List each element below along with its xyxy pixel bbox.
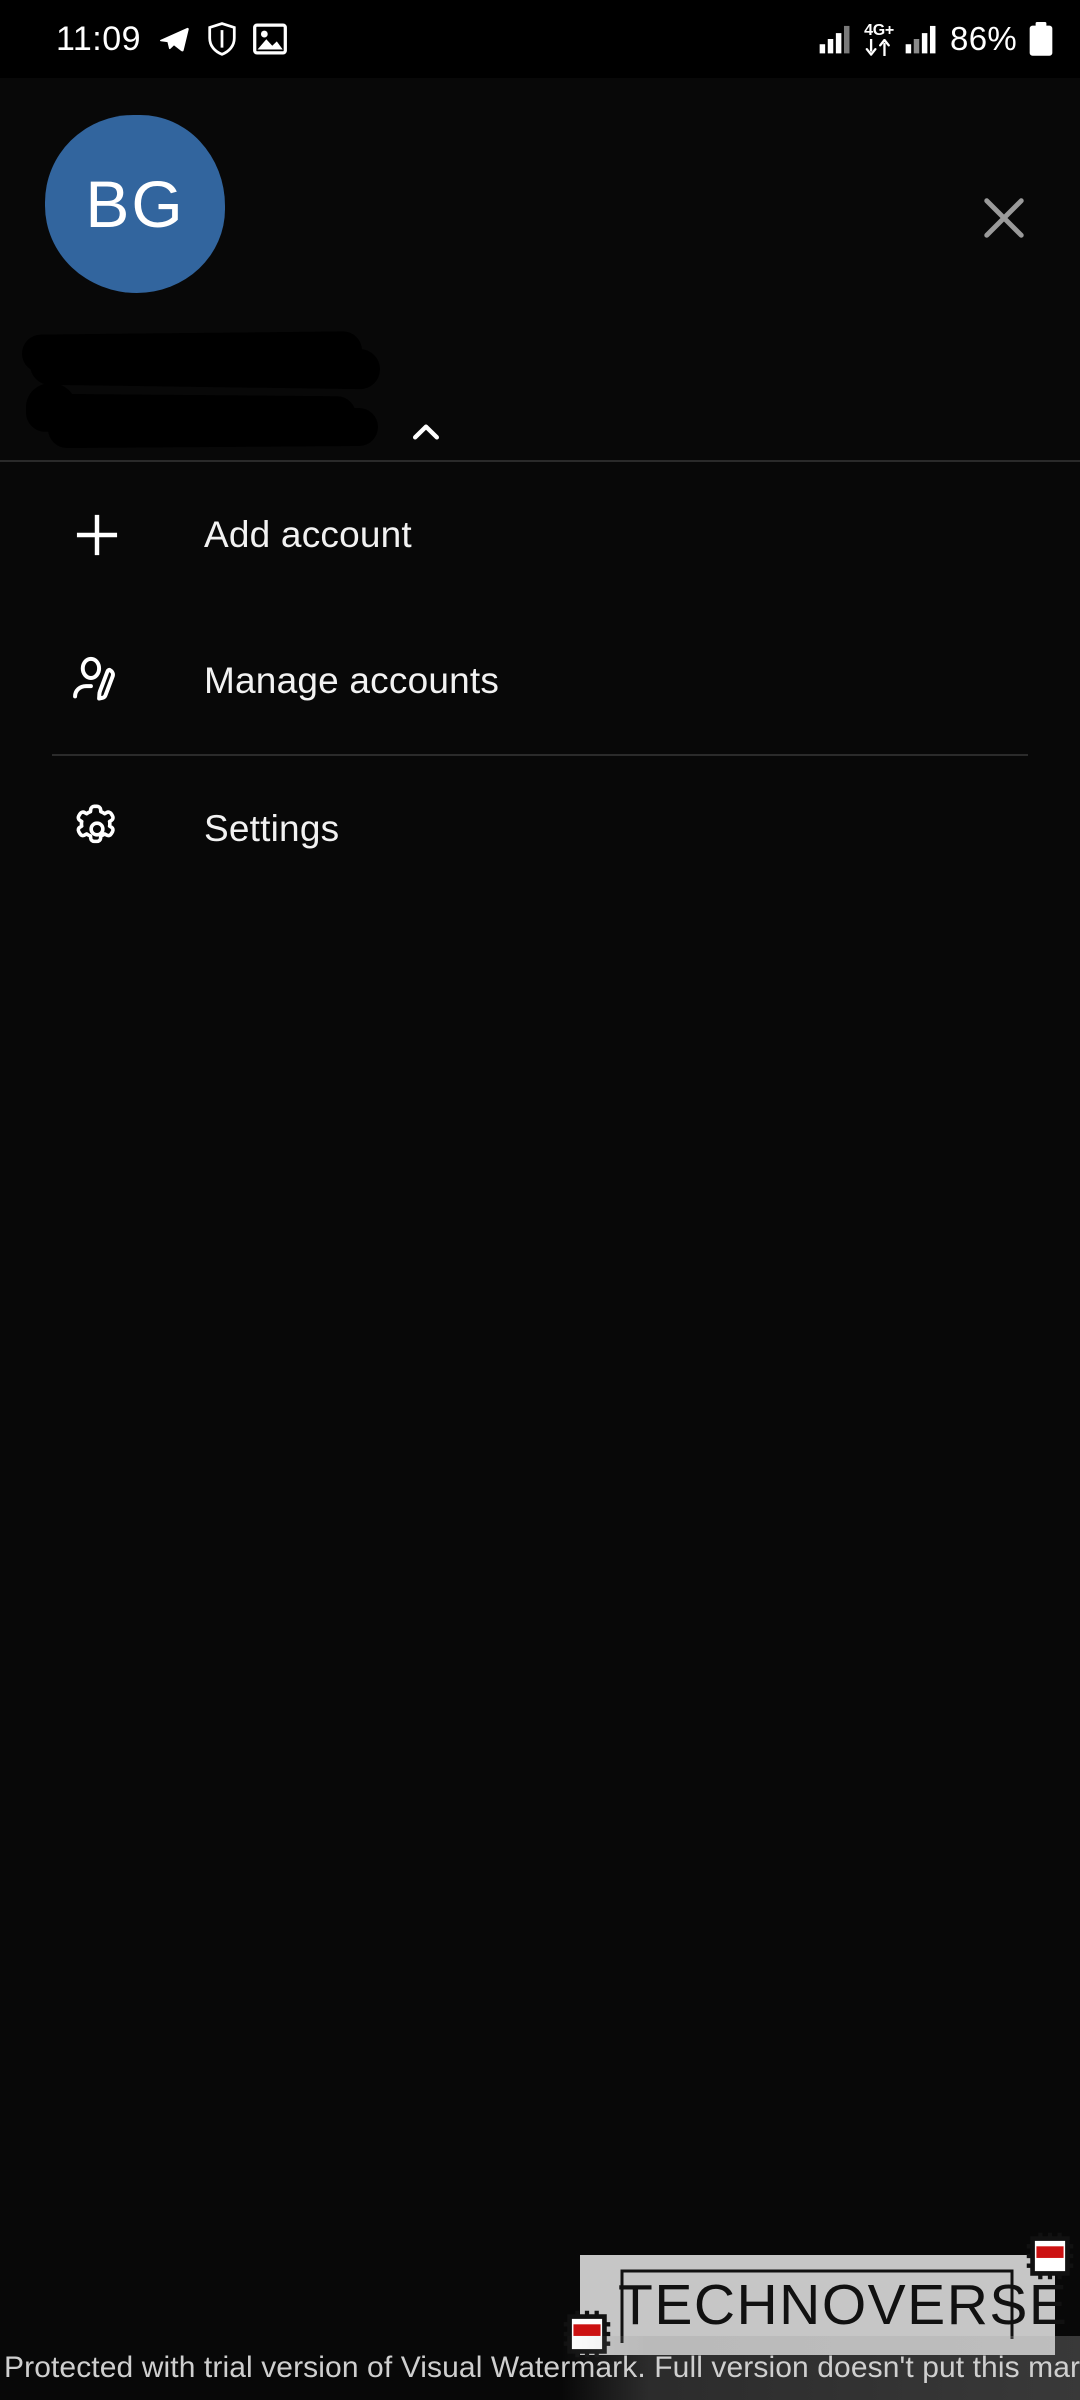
person-edit-icon	[62, 646, 132, 716]
menu-item-add-account[interactable]: Add account	[0, 462, 1080, 608]
redaction-stroke	[29, 344, 381, 390]
menu-item-label: Manage accounts	[204, 660, 500, 701]
chevron-up-icon	[406, 412, 446, 452]
shield-vpn-icon	[207, 22, 237, 56]
redaction-overlay	[0, 331, 700, 463]
status-bar-clock: 11:09	[56, 19, 142, 58]
menu-item-settings[interactable]: Settings	[0, 756, 1080, 902]
battery-icon	[1028, 22, 1054, 56]
close-button[interactable]	[962, 176, 1046, 260]
menu-item-label: Add account	[204, 514, 412, 555]
account-menu: Add account Manage accounts Settings	[0, 462, 1080, 902]
signal-bars-2-icon	[905, 24, 939, 54]
screenshot-image-icon	[253, 23, 287, 55]
status-bar: 11:09 4G+ 86%	[0, 0, 1080, 78]
status-bar-right: 4G+ 86%	[819, 20, 1054, 58]
status-bar-left: 11:09	[56, 20, 287, 59]
avatar-initials: BG	[85, 167, 185, 241]
battery-percent-label: 86%	[950, 20, 1017, 57]
network-type-label: 4G+	[864, 21, 894, 39]
chip-icon	[1026, 2232, 1074, 2280]
account-header: BG	[0, 78, 1080, 460]
plus-icon	[62, 500, 132, 570]
redaction-stroke	[47, 407, 379, 449]
telegram-icon	[157, 22, 191, 56]
expand-accounts-button[interactable]	[406, 412, 446, 452]
signal-bars-icon	[819, 24, 853, 54]
menu-item-manage-accounts[interactable]: Manage accounts	[0, 608, 1080, 754]
avatar[interactable]: BG	[45, 115, 225, 293]
watermark-notice-text: Protected with trial version of Visual W…	[4, 2351, 1080, 2384]
watermark-logo-text: TECHNOVERSE	[618, 2273, 1069, 2337]
menu-item-label: Settings	[204, 808, 340, 849]
gear-icon	[62, 794, 132, 864]
watermark-notice: Protected with trial version of Visual W…	[0, 2336, 1080, 2400]
close-icon	[976, 190, 1032, 246]
mobile-data-arrows-icon: 4G+	[864, 21, 894, 56]
